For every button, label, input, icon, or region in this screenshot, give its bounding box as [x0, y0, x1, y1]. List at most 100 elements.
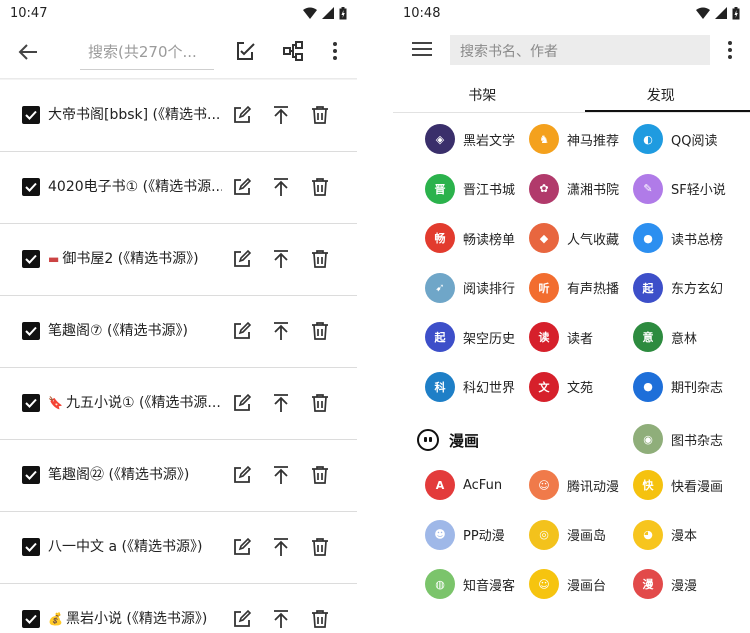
source-entry[interactable]: 听有声热播: [529, 268, 639, 308]
edit-button[interactable]: [231, 464, 253, 486]
source-label: 神马推荐: [567, 133, 620, 149]
source-entry[interactable]: ☺ 腾讯动漫: [529, 465, 639, 505]
status-bar: 10:48: [393, 0, 750, 26]
source-entry[interactable]: ☻ PP动漫: [425, 515, 535, 555]
sf-icon: ✎: [633, 173, 663, 204]
checkbox[interactable]: [22, 250, 40, 268]
delete-button[interactable]: [309, 392, 331, 414]
penguin-icon: ◐: [633, 124, 663, 154]
move-to-top-button[interactable]: [270, 104, 292, 126]
search-input[interactable]: 搜索(共270个...: [80, 36, 214, 70]
source-entry[interactable]: 起东方玄幻: [633, 268, 743, 308]
source-entry[interactable]: ♞ 神马推荐: [529, 119, 639, 159]
edit-button[interactable]: [231, 608, 253, 630]
table-row[interactable]: 💰 黑岩小说 (《精选书源》): [0, 584, 357, 633]
source-label: 漫画台: [567, 578, 607, 594]
move-to-top-button[interactable]: [270, 176, 292, 198]
source-entry[interactable]: ● 期刊杂志: [633, 367, 743, 407]
source-label: 人气收藏: [567, 232, 620, 248]
source-entry[interactable]: ➹ 阅读排行: [425, 268, 535, 308]
checkbox[interactable]: [22, 322, 40, 340]
move-to-top-button[interactable]: [270, 248, 292, 270]
table-row[interactable]: 八一中文 a (《精选书源》): [0, 512, 357, 584]
source-label: 意林: [671, 331, 698, 347]
back-button[interactable]: [14, 38, 42, 66]
source-entry[interactable]: ● 读书总榜: [633, 218, 743, 258]
move-to-top-button[interactable]: [270, 464, 292, 486]
source-entry[interactable]: 畅畅读榜单: [425, 218, 535, 258]
check-icon: [25, 542, 37, 552]
source-entry[interactable]: 文文苑: [529, 367, 639, 407]
battery-icon: [732, 6, 740, 19]
more-menu-button[interactable]: [322, 38, 348, 64]
checkbox[interactable]: [22, 466, 40, 484]
delete-button[interactable]: [309, 176, 331, 198]
source-entry[interactable]: ◉ 图书杂志: [633, 419, 743, 459]
manman-icon: 漫: [633, 569, 663, 599]
tab-indicator: [585, 110, 750, 112]
tab-discover[interactable]: 发现: [572, 76, 750, 112]
tencent-comic-icon: ☺: [529, 470, 559, 500]
delete-button[interactable]: [309, 104, 331, 126]
delete-button[interactable]: [309, 464, 331, 486]
source-entry[interactable]: ◈ 黑岩文学: [425, 119, 535, 159]
source-entry[interactable]: ☺ 漫画台: [529, 564, 639, 604]
source-label: 文苑: [567, 381, 594, 396]
source-entry[interactable]: 漫漫漫: [633, 564, 743, 604]
move-to-top-button[interactable]: [270, 392, 292, 414]
edit-button[interactable]: [231, 104, 253, 126]
source-entry[interactable]: ◐ QQ阅读: [633, 119, 743, 159]
arrow-top-icon: [274, 538, 288, 556]
search-input[interactable]: 搜索书名、作者: [450, 35, 710, 65]
source-entry[interactable]: 科科幻世界: [425, 367, 535, 407]
table-row[interactable]: 4020电子书① (《精选书源...: [0, 152, 357, 224]
table-row[interactable]: ▬ 御书屋2 (《精选书源》): [0, 224, 357, 296]
edit-button[interactable]: [231, 320, 253, 342]
edit-button[interactable]: [231, 176, 253, 198]
smiley-icon: [417, 429, 439, 451]
edit-button[interactable]: [231, 392, 253, 414]
table-row[interactable]: 笔趣阁㉒ (《精选书源》): [0, 440, 357, 512]
source-entry[interactable]: ✿ 潇湘书院: [529, 169, 639, 209]
checkbox[interactable]: [22, 538, 40, 556]
pp-icon: ☻: [425, 519, 455, 550]
select-edit-button[interactable]: [232, 38, 258, 64]
book-source-manager-screen: 10:47 搜索(共270个... 大帝书阁[bbsk] (《精选书... 402…: [0, 0, 357, 633]
delete-button[interactable]: [309, 320, 331, 342]
delete-button[interactable]: [309, 536, 331, 558]
table-row[interactable]: 🔖 九五小说① (《精选书源...: [0, 368, 357, 440]
source-entry[interactable]: ✎ SF轻小说: [633, 169, 743, 209]
source-entry[interactable]: 快快看漫画: [633, 465, 743, 505]
edit-button[interactable]: [231, 536, 253, 558]
source-entry[interactable]: A AcFun: [425, 465, 535, 505]
table-row[interactable]: 笔趣阁⑦ (《精选书源》): [0, 296, 357, 368]
tab-bookshelf[interactable]: 书架: [393, 76, 572, 112]
move-to-top-button[interactable]: [270, 320, 292, 342]
source-entry[interactable]: ◍ 知音漫客: [425, 564, 535, 604]
checkbox[interactable]: [22, 610, 40, 628]
source-entry[interactable]: ◆ 人气收藏: [529, 218, 639, 258]
checkbox[interactable]: [22, 394, 40, 412]
popular-icon: ◆: [529, 223, 559, 253]
more-menu-button[interactable]: [719, 38, 741, 62]
source-entry[interactable]: ◎ 漫画岛: [529, 515, 639, 555]
source-entry[interactable]: 意意林: [633, 317, 743, 357]
source-entry[interactable]: 起架空历史: [425, 317, 535, 357]
checkbox[interactable]: [22, 178, 40, 196]
move-to-top-button[interactable]: [270, 608, 292, 630]
delete-button[interactable]: [309, 608, 331, 630]
source-label: 黑岩文学: [463, 133, 516, 149]
source-entry[interactable]: ◕ 漫本: [633, 515, 743, 555]
edit-button[interactable]: [231, 248, 253, 270]
source-list: 大帝书阁[bbsk] (《精选书... 4020电子书① (《精选书源... ▬ 御书…: [0, 80, 357, 633]
table-row[interactable]: 大帝书阁[bbsk] (《精选书...: [0, 80, 357, 152]
source-entry[interactable]: 晋晋江书城: [425, 169, 535, 209]
move-to-top-button[interactable]: [270, 536, 292, 558]
checkbox[interactable]: [22, 106, 40, 124]
group-button[interactable]: [280, 38, 306, 64]
menu-button[interactable]: [411, 38, 433, 60]
delete-button[interactable]: [309, 248, 331, 270]
source-entry[interactable]: 读读者: [529, 317, 639, 357]
source-label: AcFun: [463, 477, 503, 493]
source-name: 八一中文 a (《精选书源》): [48, 539, 203, 555]
